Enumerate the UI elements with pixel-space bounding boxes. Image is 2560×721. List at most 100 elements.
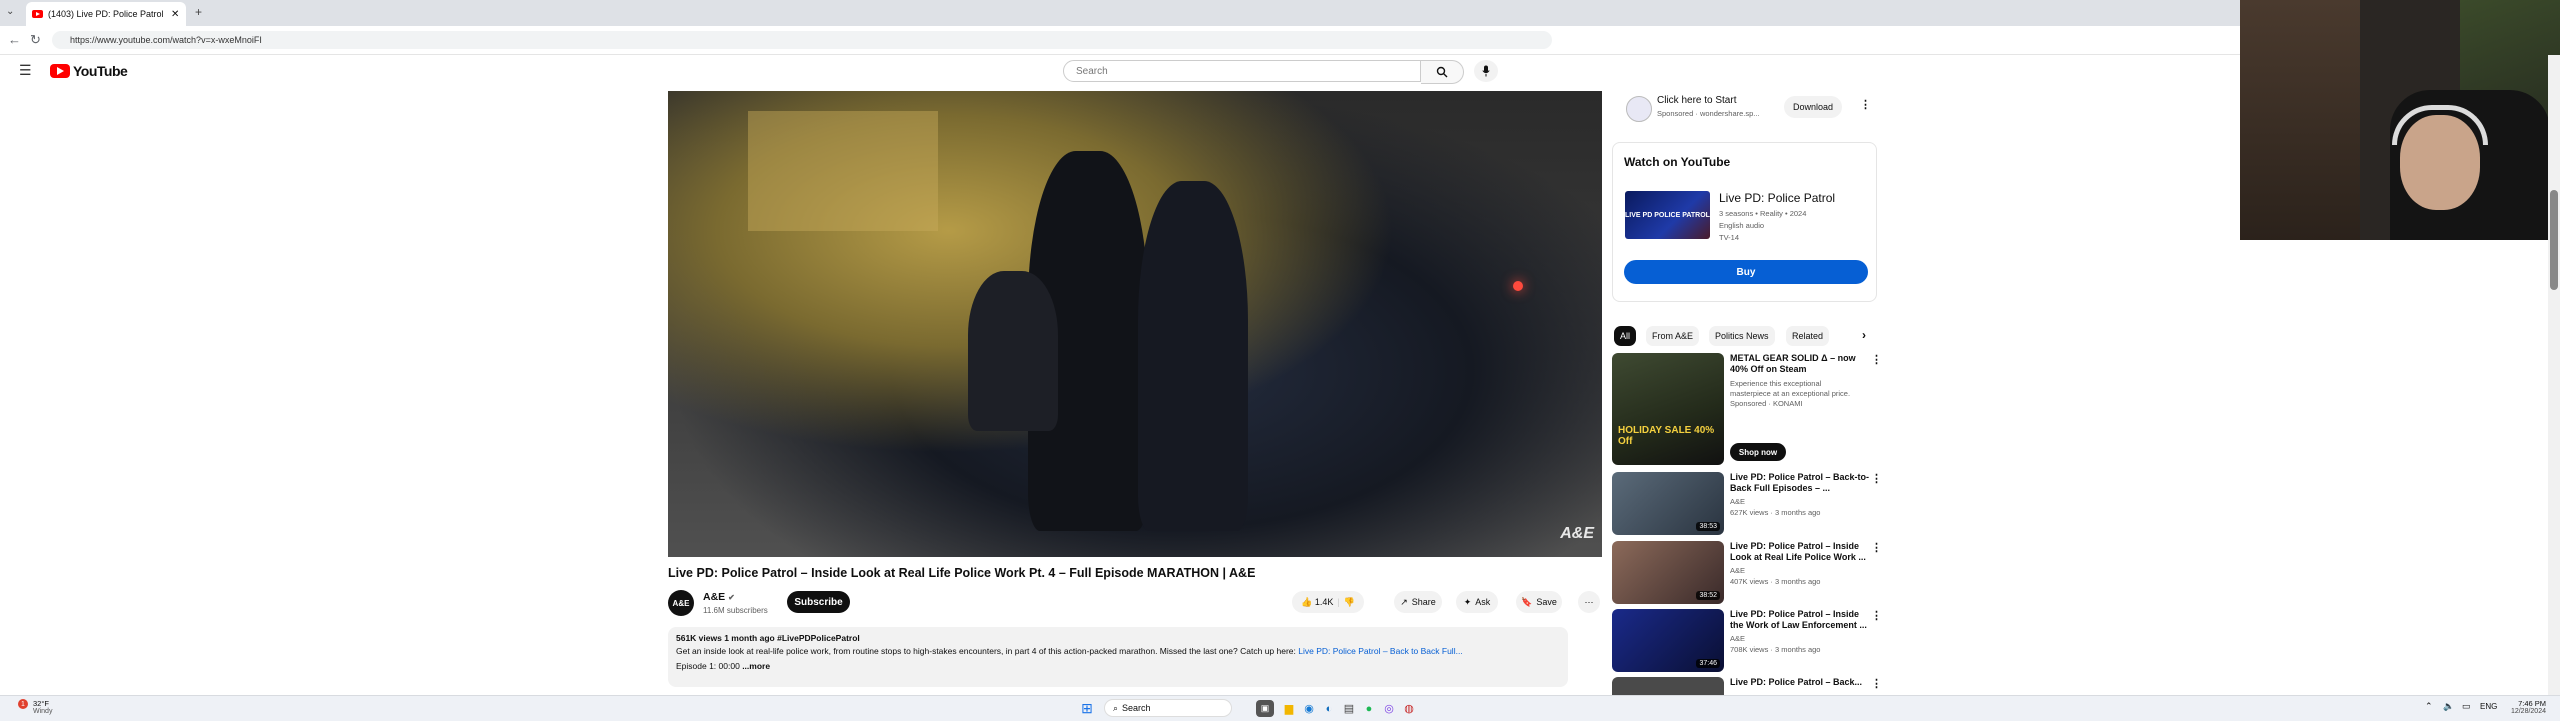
video-thumbnail: 38:53 [1612, 472, 1724, 535]
video-player[interactable]: A&E [668, 91, 1602, 557]
discord-icon[interactable]: ◎ [1380, 700, 1398, 717]
url-field[interactable]: https://www.youtube.com/watch?v=x-wxeMno… [52, 31, 1552, 49]
video-figure [968, 271, 1058, 431]
more-actions-button[interactable]: ⋯ [1578, 591, 1600, 613]
duration-badge: 38:52 [1696, 591, 1720, 600]
page-scrollbar[interactable] [2548, 55, 2560, 695]
dislike-button[interactable]: 👎 [1344, 597, 1355, 608]
save-button[interactable]: 🔖 Save [1516, 591, 1562, 613]
ask-button[interactable]: ✦ Ask [1456, 591, 1498, 613]
more-link[interactable]: ...more [742, 661, 770, 671]
more-horizontal-icon: ⋯ [1584, 596, 1594, 607]
garage-door [748, 111, 938, 231]
taskbar-search[interactable]: ⌕ Search [1104, 699, 1232, 717]
file-explorer-icon[interactable]: ▆ [1280, 700, 1298, 717]
recommendation-stats: 407K views · 3 months ago [1730, 577, 1821, 586]
chips-next-icon[interactable]: › [1862, 328, 1866, 342]
thumbs-up-icon: 👍 [1301, 596, 1313, 607]
search-input[interactable]: Search [1063, 60, 1421, 82]
subscribe-button[interactable]: Subscribe [787, 591, 850, 613]
video-thumbnail: HOLIDAY SALE 40% Off [1612, 353, 1724, 465]
new-tab-icon[interactable]: + [195, 5, 202, 19]
reload-icon[interactable]: ↻ [30, 32, 41, 48]
video-thumbnail: 37:46 [1612, 609, 1724, 672]
recommendation-title: Live PD: Police Patrol – Back-to-Back Fu… [1730, 472, 1870, 493]
buy-button[interactable]: Buy [1624, 260, 1868, 284]
volume-icon[interactable]: 🔈 [2443, 701, 2454, 712]
edge-icon[interactable]: ◉ [1300, 700, 1318, 717]
save-label: Save [1536, 597, 1557, 607]
youtube-logo[interactable]: YouTube [50, 63, 128, 79]
list-item[interactable]: 38:53 Live PD: Police Patrol – Back-to-B… [1612, 472, 1882, 535]
kebab-icon[interactable]: ⋮ [1871, 541, 1882, 554]
task-view-icon[interactable]: ▣ [1256, 700, 1274, 717]
download-button[interactable]: Download [1784, 96, 1842, 118]
like-button[interactable]: 👍 1.4K [1301, 597, 1333, 608]
channel-watermark: A&E [1560, 525, 1594, 542]
video-thumbnail: 38:52 [1612, 541, 1724, 604]
windows-start-icon[interactable]: ⊞ [1078, 700, 1096, 717]
obs-icon[interactable]: ◍ [1400, 700, 1418, 717]
back-icon[interactable]: ← [8, 32, 21, 47]
clock-time[interactable]: 7:46 PM [2506, 699, 2546, 708]
kebab-icon[interactable]: ⋮ [1871, 472, 1882, 485]
show-title[interactable]: Live PD: Police Patrol [1719, 191, 1835, 205]
tail-light [1513, 281, 1523, 291]
recommendation-title: Live PD: Police Patrol – Back... [1730, 677, 1863, 687]
kebab-icon[interactable]: ⋮ [1871, 353, 1882, 366]
kebab-icon[interactable]: ⋮ [1871, 609, 1882, 622]
webcam-shelf [2240, 0, 2360, 240]
sparkle-icon: ✦ [1463, 596, 1472, 607]
scrollbar-thumb[interactable] [2550, 190, 2558, 290]
tray-chevron-icon[interactable]: ⌃ [2425, 701, 2433, 712]
video-figure [1138, 181, 1248, 531]
shop-now-button[interactable]: Shop now [1730, 443, 1786, 461]
close-tab-icon[interactable]: ✕ [171, 9, 179, 20]
weather-alert-icon: 1 [18, 699, 28, 709]
kebab-icon[interactable]: ⋮ [1871, 677, 1882, 690]
weather-temp[interactable]: 32°F [33, 699, 49, 708]
show-thumbnail[interactable]: LIVE PD POLICE PATROL [1625, 191, 1710, 239]
list-item[interactable]: Live PD: Police Patrol – Back... ⋮ [1612, 677, 1882, 695]
spotify-icon[interactable]: ● [1360, 700, 1378, 717]
taskbar-search-label: Search [1122, 703, 1151, 713]
browser-tab[interactable]: (1403) Live PD: Police Patrol - ✕ [26, 2, 186, 26]
recommendation-title: Live PD: Police Patrol – Inside Look at … [1730, 541, 1866, 562]
share-button[interactable]: ↗ Share [1394, 591, 1442, 613]
calculator-icon[interactable]: ▤ [1340, 700, 1358, 717]
description-link[interactable]: Live PD: Police Patrol – Back to Back Fu… [1298, 646, 1462, 656]
search-button[interactable] [1421, 60, 1464, 84]
like-divider: | [1337, 597, 1340, 607]
tab-list-icon[interactable]: ⌄ [6, 6, 14, 17]
chip-politics-news[interactable]: Politics News [1709, 326, 1775, 346]
duration-badge: 37:46 [1696, 659, 1720, 668]
ad-kebab-icon[interactable]: ⋮ [1860, 98, 1871, 111]
url-text: https://www.youtube.com/watch?v=x-wxeMno… [70, 35, 262, 45]
channel-name[interactable]: A&E ✔ [703, 591, 735, 603]
show-rating: TV-14 [1719, 233, 1740, 242]
chrome-icon[interactable]: ◐ [1320, 700, 1338, 717]
network-icon[interactable]: ▭ [2462, 701, 2471, 712]
episode-timestamp[interactable]: Episode 1: 00:00 [676, 661, 740, 671]
chip-from-ae[interactable]: From A&E [1646, 326, 1700, 346]
share-label: Share [1411, 597, 1436, 607]
hamburger-menu-icon[interactable]: ☰ [19, 62, 32, 79]
duration-badge: 38:53 [1696, 522, 1720, 531]
sponsored-ad[interactable]: Click here to Start Sponsored · wondersh… [1612, 92, 1877, 126]
channel-avatar[interactable]: A&E [668, 590, 694, 616]
list-item-sponsored[interactable]: HOLIDAY SALE 40% Off METAL GEAR SOLID Δ … [1612, 353, 1882, 465]
episode-line: Episode 1: 00:00 ...more [676, 661, 1560, 671]
language-indicator[interactable]: ENG [2480, 702, 2497, 711]
description-text: Get an inside look at real-life police w… [676, 646, 1560, 656]
avatar-text: A&E [672, 598, 690, 608]
list-item[interactable]: 38:52 Live PD: Police Patrol – Inside Lo… [1612, 541, 1882, 604]
chip-related[interactable]: Related [1786, 326, 1830, 346]
recommendation-channel: A&E [1730, 634, 1746, 643]
video-title: Live PD: Police Patrol – Inside Look at … [668, 566, 1256, 580]
voice-search-button[interactable] [1474, 60, 1498, 82]
recommendation-title: METAL GEAR SOLID Δ – now 40% Off on Stea… [1730, 353, 1856, 374]
list-item[interactable]: 37:46 Live PD: Police Patrol – Inside th… [1612, 609, 1882, 672]
chip-all[interactable]: All [1614, 326, 1637, 346]
ad-line-1: Experience this exceptional [1730, 379, 1822, 388]
description-box[interactable]: 561K views 1 month ago #LivePDPolicePatr… [668, 627, 1568, 687]
